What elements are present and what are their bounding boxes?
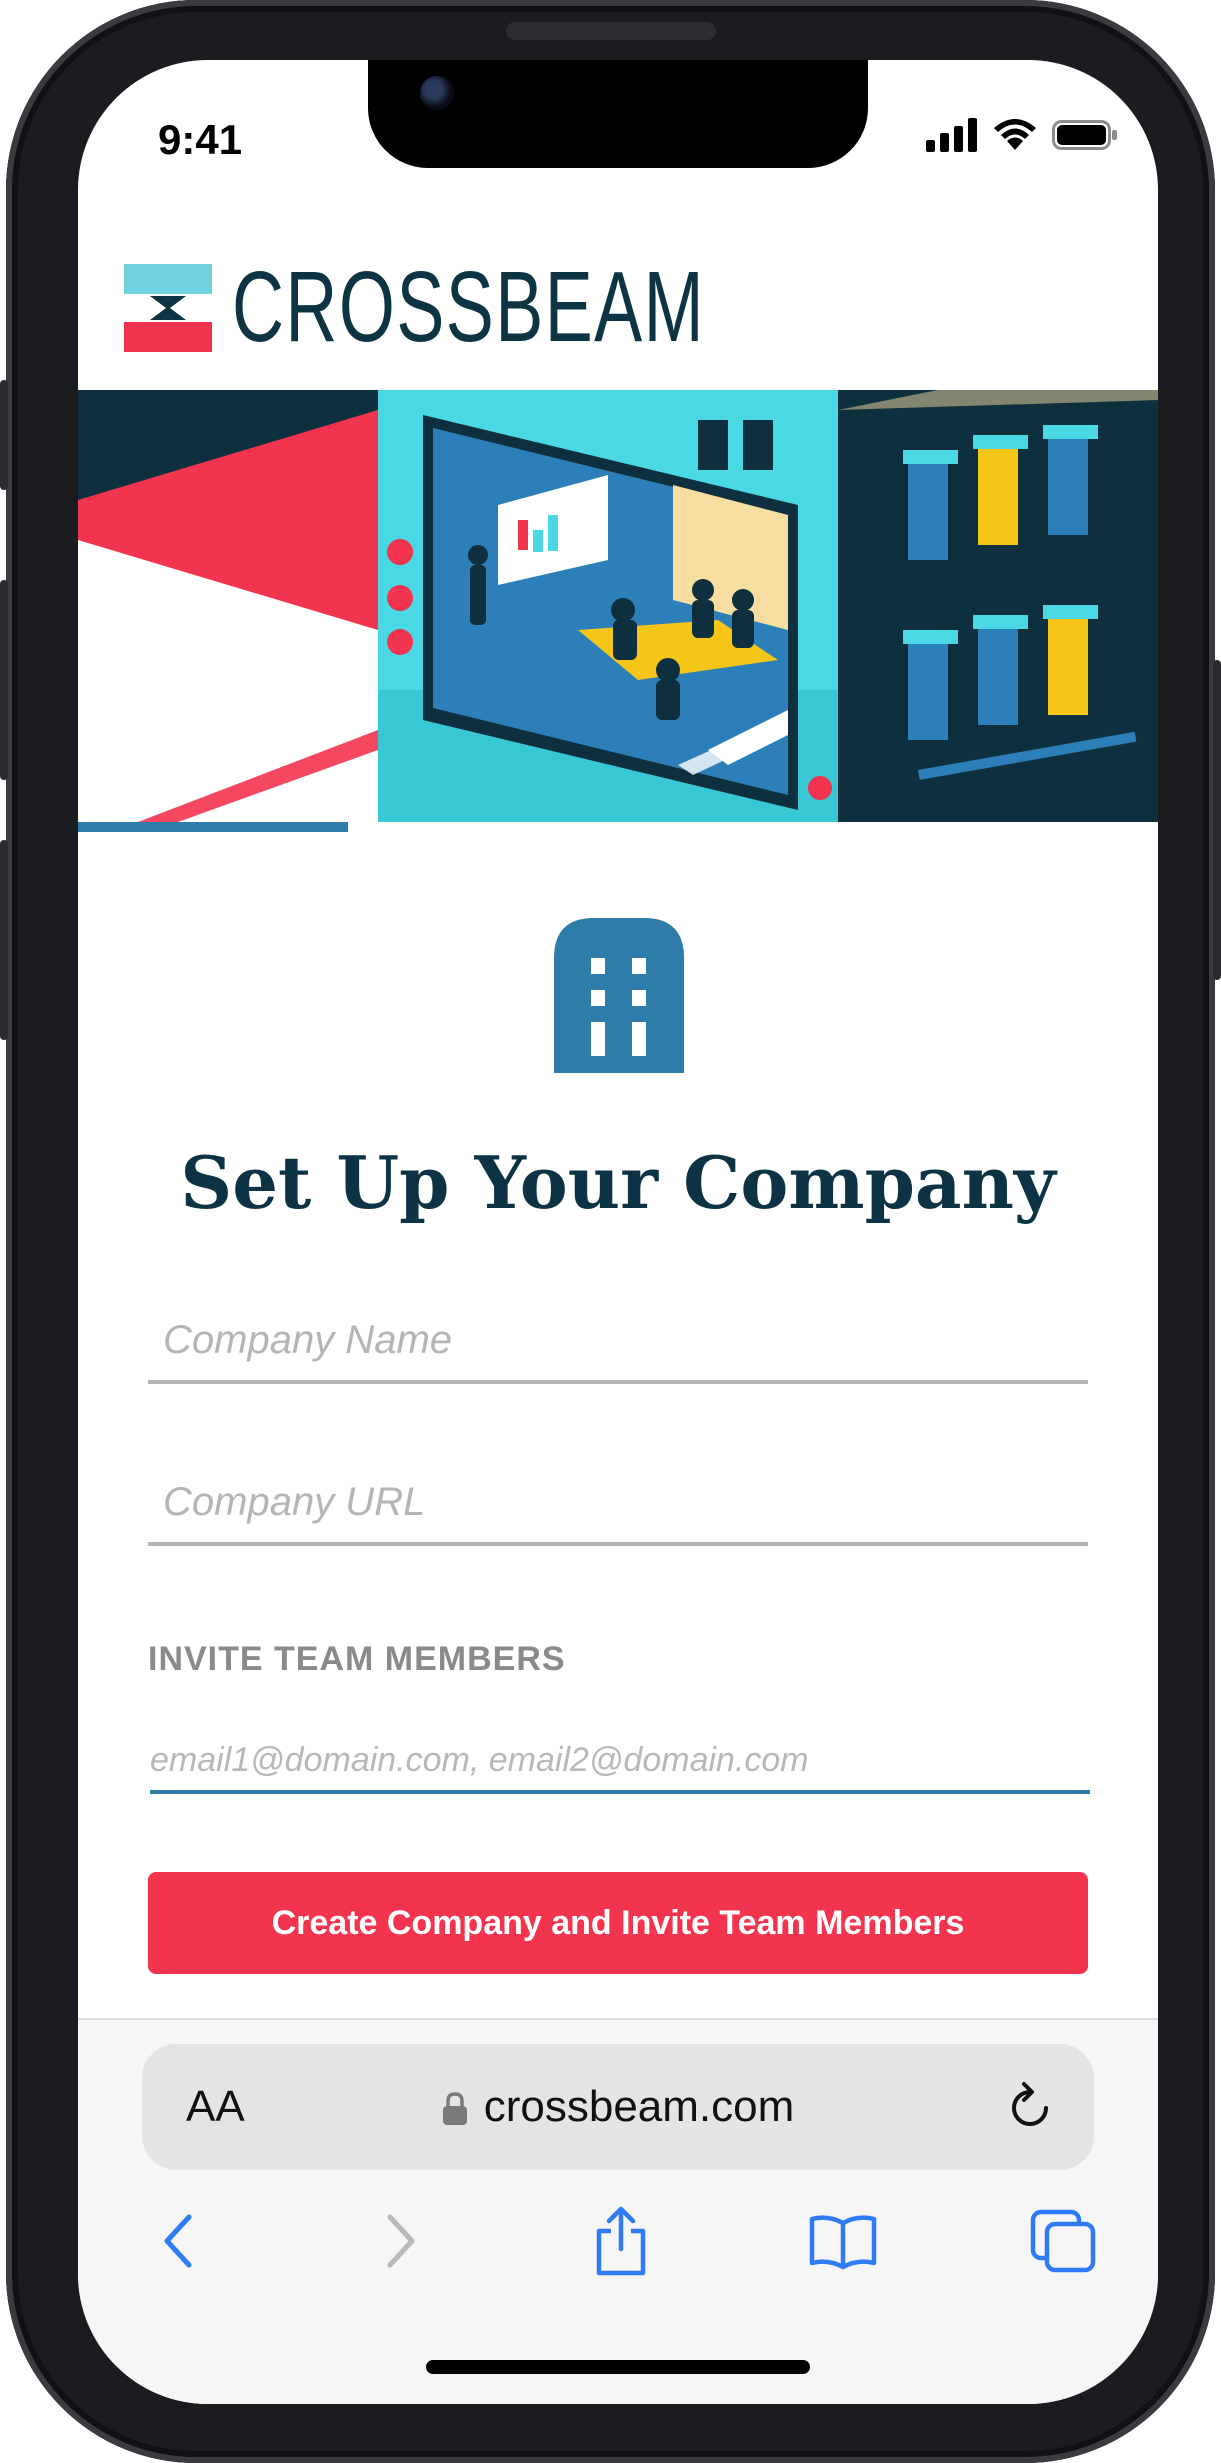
wifi-icon bbox=[994, 119, 1036, 150]
cellular-signal-icon bbox=[926, 118, 977, 152]
company-name-input[interactable] bbox=[148, 1300, 1088, 1380]
home-indicator bbox=[426, 2360, 810, 2374]
url-text: crossbeam.com bbox=[483, 2082, 795, 2131]
bookmarks-icon bbox=[809, 2215, 877, 2270]
building-icon bbox=[554, 918, 684, 1073]
onboarding-progress-bar bbox=[78, 822, 348, 832]
volume-up-button bbox=[0, 580, 8, 780]
status-time: 9:41 bbox=[158, 116, 243, 163]
invite-emails-input[interactable] bbox=[150, 1730, 1090, 1790]
status-icons bbox=[926, 118, 1118, 152]
notch bbox=[368, 60, 868, 168]
lock-icon bbox=[442, 2092, 467, 2126]
forward-icon bbox=[387, 2214, 415, 2268]
browser-chrome: AA crossbeam.com bbox=[78, 2018, 1158, 2404]
volume-down-button bbox=[0, 840, 8, 1040]
share-button[interactable] bbox=[576, 2196, 666, 2286]
invite-team-label: INVITE TEAM MEMBERS bbox=[148, 1640, 566, 1678]
company-url-underline bbox=[148, 1542, 1088, 1546]
address-bar[interactable]: AA crossbeam.com bbox=[142, 2044, 1094, 2170]
tabs-icon bbox=[1030, 2209, 1096, 2273]
camera-icon bbox=[420, 76, 454, 110]
url-display[interactable]: crossbeam.com bbox=[142, 2082, 1094, 2132]
reload-icon[interactable] bbox=[1002, 2076, 1058, 2136]
back-button[interactable] bbox=[134, 2196, 224, 2286]
crossbeam-logo-icon bbox=[124, 263, 212, 352]
brand-name: CROSSBEAM bbox=[232, 251, 706, 363]
bookmarks-button[interactable] bbox=[798, 2196, 888, 2286]
create-company-button[interactable]: Create Company and Invite Team Members bbox=[148, 1872, 1088, 1974]
company-url-field[interactable] bbox=[148, 1462, 1088, 1546]
page-title: Set Up Your Company bbox=[180, 1140, 1056, 1225]
power-button bbox=[1213, 660, 1221, 980]
invite-emails-field[interactable] bbox=[150, 1730, 1090, 1794]
back-icon bbox=[164, 2214, 192, 2268]
company-name-underline bbox=[148, 1380, 1088, 1384]
battery-icon bbox=[1052, 120, 1117, 150]
phone-frame: 9:41 CROSSBEAM Set Up Your Company Compa… bbox=[0, 0, 1221, 2463]
tabs-button[interactable] bbox=[1018, 2196, 1108, 2286]
earpiece-speaker bbox=[506, 22, 716, 40]
share-icon bbox=[596, 2206, 646, 2276]
silent-switch bbox=[0, 380, 8, 490]
hero-illustration bbox=[78, 390, 1158, 822]
brand-logo[interactable]: CROSSBEAM bbox=[124, 250, 889, 365]
forward-button[interactable] bbox=[355, 2196, 445, 2286]
invite-emails-underline bbox=[150, 1790, 1090, 1794]
company-url-input[interactable] bbox=[148, 1462, 1088, 1542]
browser-toolbar bbox=[78, 2196, 1158, 2306]
screen: 9:41 CROSSBEAM Set Up Your Company Compa… bbox=[78, 60, 1158, 2404]
company-name-field[interactable] bbox=[148, 1300, 1088, 1384]
